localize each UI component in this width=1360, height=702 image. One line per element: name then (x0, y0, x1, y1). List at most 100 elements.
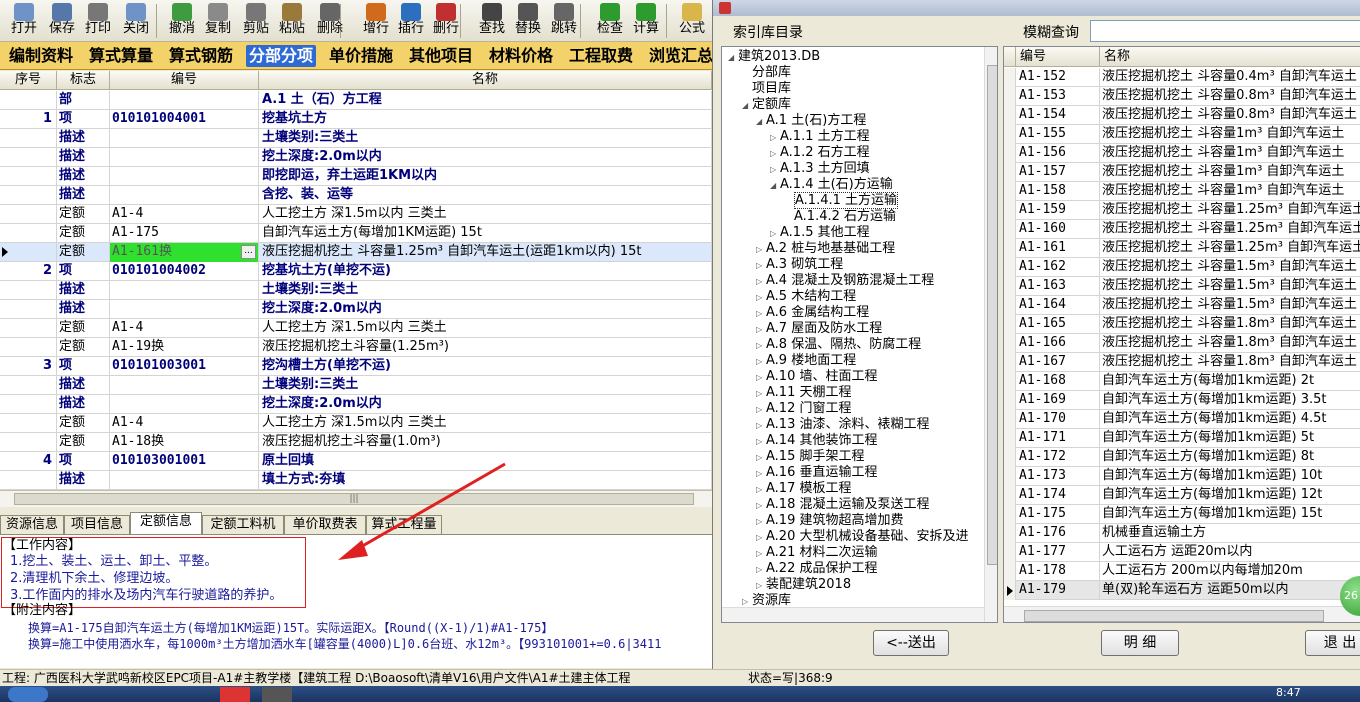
send-out-button[interactable]: <--送出 (873, 630, 949, 656)
header-code[interactable]: 编号 (110, 71, 259, 90)
header-name[interactable]: 名称 (259, 71, 712, 90)
tree-node[interactable]: ▷ A.7 屋面及防水工程 (756, 321, 882, 337)
delete-row-button[interactable]: 删行 (428, 2, 464, 40)
scroll-thumb[interactable]: ||| (14, 493, 694, 505)
list-row[interactable]: A1-157 液压挖掘机挖土 斗容量1m³ 自卸汽车运土 (1004, 163, 1360, 182)
table-row[interactable]: 定额 A1-161换... 液压挖掘机挖土 斗容量1.25m³ 自卸汽车运土(运距1… (0, 243, 712, 262)
info-tab-5[interactable]: 算式工程量 (366, 515, 442, 534)
tree-toggle-icon[interactable]: ▷ (756, 274, 766, 290)
tree-toggle-icon[interactable]: ▷ (756, 546, 766, 562)
fuzzy-search-input[interactable] (1090, 20, 1360, 42)
row-code[interactable]: A1-161换 (110, 243, 259, 262)
tree-node[interactable]: ▷ A.8 保温、隔热、防腐工程 (756, 337, 921, 353)
tree-node[interactable]: ▷ A.20 大型机械设备基础、安拆及进 (756, 529, 968, 545)
scroll-thumb[interactable] (1024, 610, 1324, 622)
tree-toggle-icon[interactable]: ▷ (756, 354, 766, 370)
info-tab-0[interactable]: 资源信息 (0, 515, 64, 534)
tree-toggle-icon[interactable]: ▷ (770, 226, 780, 242)
tree-toggle-icon[interactable]: ◢ (728, 50, 738, 66)
table-row[interactable]: 定额 A1-4 人工挖土方 深1.5m以内 三类土 (0, 319, 712, 338)
copy-button[interactable]: 复制 (200, 2, 236, 40)
tree-node[interactable]: 项目库 (742, 81, 791, 97)
table-row[interactable]: 定额 A1-175 自卸汽车运土方(每增加1KM运距) 15t (0, 224, 712, 243)
table-row[interactable]: 描述 即挖即运，弃土运距1KM以内 (0, 167, 712, 186)
table-row[interactable]: 1 项 010101004001 挖基坑土方 (0, 110, 712, 129)
folder-open-button[interactable]: 打开 (6, 2, 42, 40)
tree-toggle-icon[interactable]: ▷ (770, 162, 780, 178)
table-row[interactable]: 定额 A1-4 人工挖土方 深1.5m以内 三类土 (0, 205, 712, 224)
header-flag[interactable]: 标志 (57, 71, 110, 90)
tree-toggle-icon[interactable]: ▷ (756, 402, 766, 418)
tree-node[interactable]: ◢ A.1 土(石)方工程 (756, 113, 866, 129)
tree-node[interactable]: ▷ A.1.1 土方工程 (770, 129, 870, 145)
list-header-code[interactable]: 编号 (1016, 47, 1100, 67)
tree-horizontal-scrollbar[interactable] (722, 607, 984, 622)
code-lookup-button[interactable]: ... (241, 245, 256, 259)
insert-row-button[interactable]: 插行 (393, 2, 429, 40)
main-tab-3[interactable]: 分部分项 (246, 45, 317, 67)
list-row[interactable]: A1-166 液压挖掘机挖土 斗容量1.8m³ 自卸汽车运土 (1004, 334, 1360, 353)
tree-node[interactable]: ▷ A.19 建筑物超高增加费 (756, 513, 903, 529)
formula-button[interactable]: 公式 (674, 2, 710, 40)
tree-node[interactable]: ▷ A.2 桩与地基基础工程 (756, 241, 895, 257)
tree-toggle-icon[interactable]: ◢ (756, 114, 766, 130)
undo-button[interactable]: 撤消 (164, 2, 200, 40)
table-row[interactable]: 描述 填土方式:夯填 (0, 471, 712, 490)
tree-node[interactable]: ▷ A.15 脚手架工程 (756, 449, 864, 465)
tree-toggle-icon[interactable]: ▷ (756, 514, 766, 530)
list-row[interactable]: A1-176 机械垂直运输土方 (1004, 524, 1360, 543)
tree-node[interactable]: ◢ A.1.4 土(石)方运输 (770, 177, 893, 193)
tree-node[interactable]: ▷ A.3 砌筑工程 (756, 257, 843, 273)
start-button[interactable] (8, 687, 48, 702)
save-button[interactable]: 保存 (44, 2, 80, 40)
list-row[interactable]: A1-156 液压挖掘机挖土 斗容量1m³ 自卸汽车运土 (1004, 144, 1360, 163)
main-tab-6[interactable]: 材料价格 (486, 45, 556, 67)
table-row[interactable]: 描述 土壤类别:三类土 (0, 129, 712, 148)
table-row[interactable]: 定额 A1-18换 液压挖掘机挖土斗容量(1.0m³) (0, 433, 712, 452)
list-row[interactable]: A1-171 自卸汽车运土方(每增加1km运距) 5t (1004, 429, 1360, 448)
tree-node[interactable]: ▷ A.1.5 其他工程 (770, 225, 870, 241)
list-row[interactable]: A1-163 液压挖掘机挖土 斗容量1.5m³ 自卸汽车运土 (1004, 277, 1360, 296)
tree-toggle-icon[interactable]: ▷ (756, 434, 766, 450)
scissors-button[interactable]: 剪贴 (238, 2, 274, 40)
header-seq[interactable]: 序号 (0, 71, 57, 90)
list-row[interactable]: A1-155 液压挖掘机挖土 斗容量1m³ 自卸汽车运土 (1004, 125, 1360, 144)
list-row[interactable]: A1-158 液压挖掘机挖土 斗容量1m³ 自卸汽车运土 (1004, 182, 1360, 201)
check-button[interactable]: 检查 (592, 2, 628, 40)
printer-button[interactable]: 打印 (80, 2, 116, 40)
table-row[interactable]: 描述 土壤类别:三类土 (0, 376, 712, 395)
exit-button[interactable]: 退 出 (1305, 630, 1360, 656)
list-row[interactable]: A1-179 单(双)轮车运石方 运距50m以内 (1004, 581, 1360, 600)
list-row[interactable]: A1-173 自卸汽车运土方(每增加1km运距) 10t (1004, 467, 1360, 486)
tree-toggle-icon[interactable]: ▷ (756, 306, 766, 322)
list-row[interactable]: A1-175 自卸汽车运土方(每增加1km运距) 15t (1004, 505, 1360, 524)
list-horizontal-scrollbar[interactable] (1004, 606, 1360, 622)
tree-toggle-icon[interactable]: ▷ (756, 290, 766, 306)
tree-node[interactable]: ▷ A.9 楼地面工程 (756, 353, 856, 369)
tree-toggle-icon[interactable]: ▷ (756, 482, 766, 498)
tree-node[interactable]: A.1.4.1 土方运输 (784, 192, 899, 209)
list-row[interactable]: A1-154 液压挖掘机挖土 斗容量0.8m³ 自卸汽车运土 (1004, 106, 1360, 125)
tree-node[interactable]: ▷ A.1.2 石方工程 (770, 145, 870, 161)
taskbar-app-icon[interactable] (220, 687, 250, 702)
tree-toggle-icon[interactable]: ▷ (756, 466, 766, 482)
list-row[interactable]: A1-169 自卸汽车运土方(每增加1km运距) 3.5t (1004, 391, 1360, 410)
tree-node[interactable]: ▷ A.16 垂直运输工程 (756, 465, 877, 481)
table-row[interactable]: 3 项 010101003001 挖沟槽土方(单挖不运) (0, 357, 712, 376)
table-row[interactable]: 2 项 010101004002 挖基坑土方(单挖不运) (0, 262, 712, 281)
tree-node[interactable]: ▷ A.11 天棚工程 (756, 385, 851, 401)
table-row[interactable]: 定额 A1-19换 液压挖掘机挖土斗容量(1.25m³) (0, 338, 712, 357)
tree-node[interactable]: ▷ A.4 混凝土及钢筋混凝土工程 (756, 273, 934, 289)
info-tab-2[interactable]: 定额信息 (130, 512, 202, 534)
list-row[interactable]: A1-167 液压挖掘机挖土 斗容量1.8m³ 自卸汽车运土 (1004, 353, 1360, 372)
list-row[interactable]: A1-177 人工运石方 运距20m以内 (1004, 543, 1360, 562)
dialog-titlebar[interactable] (713, 0, 1360, 16)
list-row[interactable]: A1-174 自卸汽车运土方(每增加1km运距) 12t (1004, 486, 1360, 505)
tree-toggle-icon[interactable]: ▷ (756, 418, 766, 434)
tree-toggle-icon[interactable]: ▷ (756, 338, 766, 354)
table-row[interactable]: 部 A.1 土（石）方工程 (0, 91, 712, 110)
tree-toggle-icon[interactable]: ▷ (770, 130, 780, 146)
tree-node[interactable]: ▷ A.12 门窗工程 (756, 401, 851, 417)
list-row[interactable]: A1-162 液压挖掘机挖土 斗容量1.5m³ 自卸汽车运土 (1004, 258, 1360, 277)
table-row[interactable]: 描述 挖土深度:2.0m以内 (0, 395, 712, 414)
